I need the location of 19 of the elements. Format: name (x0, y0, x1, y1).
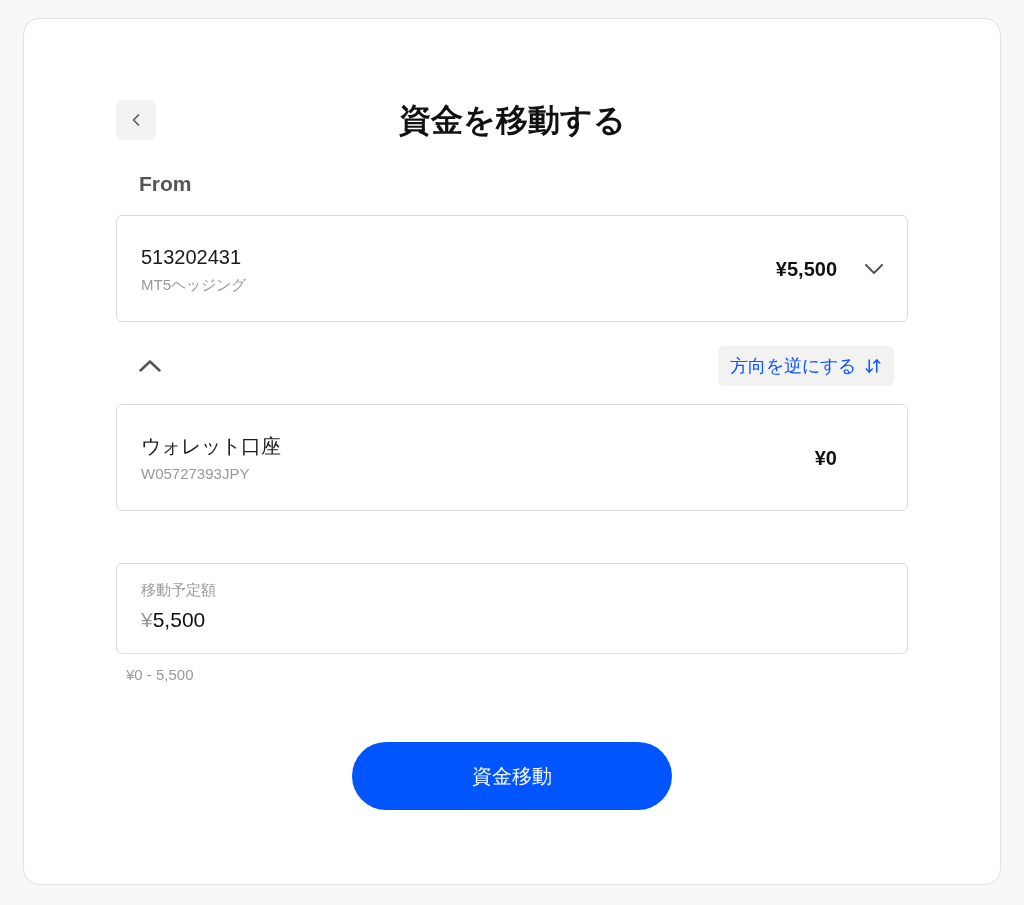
amount-range-hint: ¥0 - 5,500 (126, 665, 195, 685)
account-type: W05727393JPY (141, 463, 251, 484)
account-type: MT5ヘッジング (141, 274, 247, 295)
transfer-funds-button[interactable]: 資金移動 (352, 741, 672, 810)
from-label: From (139, 171, 193, 197)
swap-arrows-icon (864, 357, 882, 375)
account-card[interactable]: 513202431 MT5ヘッジング ¥5,500 (116, 215, 908, 322)
page-title: 資金を移動する (398, 101, 626, 140)
reverse-direction-button[interactable]: 方向を逆にする (718, 346, 894, 386)
currency-prefix: ¥ (141, 607, 153, 633)
account-name: ウォレット口座 (141, 433, 282, 459)
amount-value: 5,500 (152, 607, 206, 633)
account-balance: ¥5,500 (775, 256, 837, 282)
chevron-down-icon (865, 263, 883, 274)
amount-field-label: 移動予定額 (141, 580, 217, 600)
amount-input-field[interactable]: 移動予定額 ¥5,500 (116, 563, 908, 654)
chevron-up-icon[interactable] (139, 360, 161, 372)
account-balance: ¥0 (814, 445, 837, 471)
account-name: 513202431 (141, 244, 243, 270)
